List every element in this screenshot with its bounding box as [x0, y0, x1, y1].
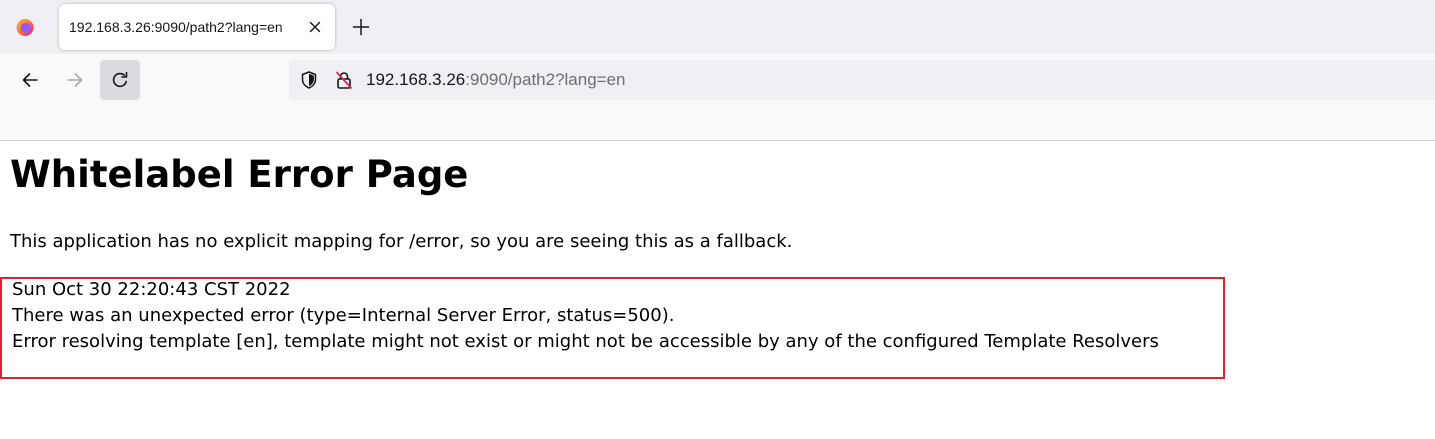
arrow-right-icon	[67, 73, 83, 87]
forward-button[interactable]	[55, 60, 95, 100]
url-host: 192.168.3.26	[366, 70, 466, 89]
error-timestamp: Sun Oct 30 22:20:43 CST 2022	[12, 279, 291, 300]
address-bar[interactable]: 192.168.3.26:9090/path2?lang=en	[289, 60, 1435, 100]
arrow-left-icon	[22, 73, 38, 87]
reload-icon	[112, 71, 128, 88]
error-details-highlight: Sun Oct 30 22:20:43 CST 2022 There was a…	[0, 277, 1225, 379]
shield-icon[interactable]	[299, 70, 319, 90]
firefox-logo-icon[interactable]	[15, 17, 35, 37]
tab-active[interactable]: 192.168.3.26:9090/path2?lang=en	[59, 4, 335, 50]
error-detail: Error resolving template [en], template …	[12, 331, 1159, 352]
error-summary: There was an unexpected error (type=Inte…	[12, 305, 675, 326]
error-explanation: This application has no explicit mapping…	[10, 231, 793, 252]
close-icon[interactable]	[307, 19, 323, 35]
page-content: Whitelabel Error Page This application h…	[0, 141, 1435, 439]
plus-icon[interactable]	[351, 17, 371, 37]
page-title: Whitelabel Error Page	[10, 153, 469, 196]
reload-button[interactable]	[100, 60, 140, 100]
url-path: :9090/path2?lang=en	[465, 70, 626, 89]
insecure-lock-icon[interactable]	[334, 70, 354, 90]
url-text[interactable]: 192.168.3.26:9090/path2?lang=en	[366, 70, 626, 90]
tab-strip: 192.168.3.26:9090/path2?lang=en	[0, 0, 1435, 54]
back-button[interactable]	[10, 60, 50, 100]
navigation-toolbar: 192.168.3.26:9090/path2?lang=en	[0, 54, 1435, 141]
tab-title: 192.168.3.26:9090/path2?lang=en	[69, 19, 283, 35]
